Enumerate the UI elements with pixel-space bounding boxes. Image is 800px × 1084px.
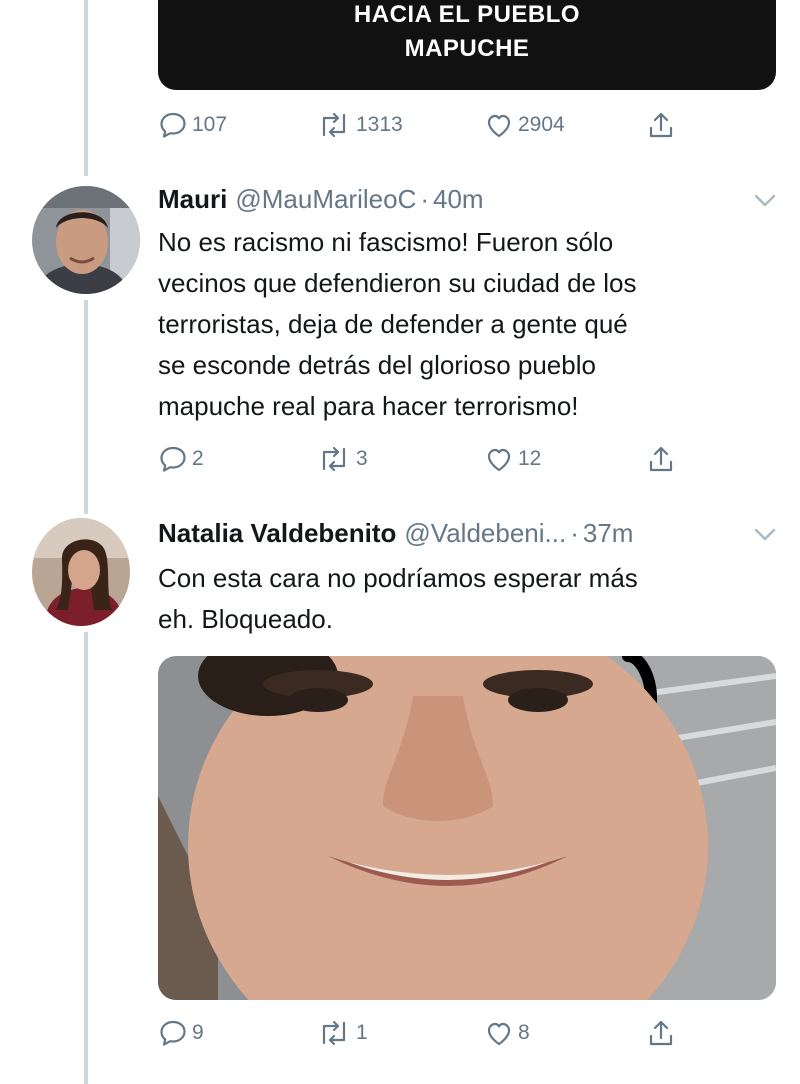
tweet-text-natalia: Con esta cara no podríamos esperar más e… — [158, 563, 638, 634]
tweet-header-natalia: Natalia Valdebenito @Valdebeni... · 37m — [158, 518, 633, 549]
share-icon — [649, 112, 673, 138]
top-tweet-actions: 107 1313 2904 — [158, 110, 698, 146]
retweet-icon — [322, 1020, 346, 1046]
thread-line-bottom — [84, 632, 88, 1084]
share-icon — [649, 446, 673, 472]
separator-dot: · — [420, 184, 430, 214]
tweet-header-mauri: Mauri @MauMarileoC · 40m — [158, 184, 484, 215]
quoted-card-line-1: HACIA EL PUEBLO — [353, 1, 581, 28]
retweet-button[interactable]: 1 — [316, 1018, 368, 1048]
retweet-button[interactable]: 3 — [316, 444, 368, 474]
chevron-down-icon[interactable] — [752, 190, 778, 210]
thread-line-top — [84, 0, 88, 176]
like-count: 8 — [518, 1021, 530, 1044]
timestamp[interactable]: 40m — [433, 184, 484, 215]
like-icon — [487, 114, 511, 138]
reply-button[interactable]: 9 — [158, 1018, 204, 1048]
tweet-actions-natalia: 9 1 8 — [158, 1018, 698, 1054]
retweet-icon — [322, 112, 346, 138]
like-button[interactable]: 8 — [484, 1018, 530, 1048]
avatar-mauri[interactable] — [32, 186, 140, 294]
like-count: 12 — [518, 447, 542, 470]
like-icon — [487, 1022, 511, 1046]
chevron-down-icon[interactable] — [752, 524, 778, 544]
tweet-actions-mauri: 2 3 12 — [158, 444, 698, 480]
share-button[interactable] — [646, 110, 676, 140]
display-name[interactable]: Natalia Valdebenito — [158, 518, 396, 549]
share-button[interactable] — [646, 1018, 676, 1048]
display-name[interactable]: Mauri — [158, 184, 227, 215]
quoted-card-line-2: MAPUCHE — [404, 35, 530, 62]
share-icon — [649, 1020, 673, 1046]
avatar-natalia[interactable] — [32, 518, 130, 626]
tweet-text-mauri: No es racismo ni fascismo! Fueron sólo v… — [158, 227, 637, 421]
handle[interactable]: @Valdebeni... — [404, 518, 566, 549]
retweet-count: 1 — [356, 1021, 368, 1044]
like-button[interactable]: 2904 — [484, 110, 565, 140]
thread-line-middle — [84, 300, 88, 514]
retweet-button[interactable]: 1313 — [316, 110, 403, 140]
reply-count: 2 — [192, 447, 204, 470]
reply-icon — [160, 1020, 186, 1046]
reply-button[interactable]: 107 — [158, 110, 227, 140]
like-icon — [487, 448, 511, 472]
retweet-count: 3 — [356, 447, 368, 470]
separator-dot: · — [570, 518, 579, 548]
reply-button[interactable]: 2 — [158, 444, 204, 474]
share-button[interactable] — [646, 444, 676, 474]
attached-photo[interactable] — [158, 656, 776, 1000]
reply-icon — [160, 112, 186, 138]
reply-count: 107 — [192, 113, 228, 136]
like-button[interactable]: 12 — [484, 444, 541, 474]
like-count: 2904 — [518, 113, 565, 136]
reply-count: 9 — [192, 1021, 204, 1044]
retweet-icon — [322, 446, 346, 472]
reply-icon — [160, 446, 186, 472]
quoted-media-card[interactable]: HACIA EL PUEBLO MAPUCHE — [158, 0, 776, 90]
retweet-count: 1313 — [356, 113, 403, 136]
timestamp[interactable]: 37m — [583, 518, 634, 549]
handle[interactable]: @MauMarileoC — [235, 184, 416, 215]
